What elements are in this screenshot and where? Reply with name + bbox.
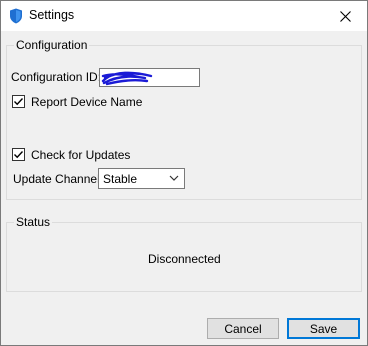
update-channel-label: Update Channel: [13, 172, 104, 186]
save-button[interactable]: Save [287, 318, 360, 339]
check-for-updates-label[interactable]: Check for Updates [31, 148, 130, 162]
status-legend: Status [14, 215, 53, 229]
configuration-group: Configuration Configuration ID: Report D… [6, 38, 362, 200]
status-group: Status Disconnected [6, 215, 362, 292]
check-for-updates-checkbox[interactable] [12, 148, 25, 161]
checkmark-icon [14, 98, 24, 106]
report-device-name-label[interactable]: Report Device Name [31, 95, 142, 109]
update-channel-select[interactable]: Stable [98, 168, 185, 189]
configuration-id-label: Configuration ID: [11, 70, 102, 84]
redaction-scribble [101, 71, 153, 86]
configuration-legend: Configuration [14, 38, 90, 52]
title-bar[interactable]: Settings [1, 1, 367, 31]
chevron-down-icon [169, 175, 179, 181]
cancel-button[interactable]: Cancel [207, 318, 279, 339]
window-title: Settings [29, 8, 75, 22]
update-channel-value: Stable [103, 172, 138, 186]
close-button[interactable] [323, 1, 367, 31]
checkmark-icon [14, 151, 24, 159]
shield-icon [9, 8, 23, 24]
report-device-name-checkbox[interactable] [12, 95, 25, 108]
close-icon [339, 10, 351, 22]
status-text: Disconnected [148, 252, 221, 266]
settings-window: Settings Configuration Configuration ID:… [0, 0, 368, 346]
configuration-id-input[interactable] [99, 68, 200, 87]
